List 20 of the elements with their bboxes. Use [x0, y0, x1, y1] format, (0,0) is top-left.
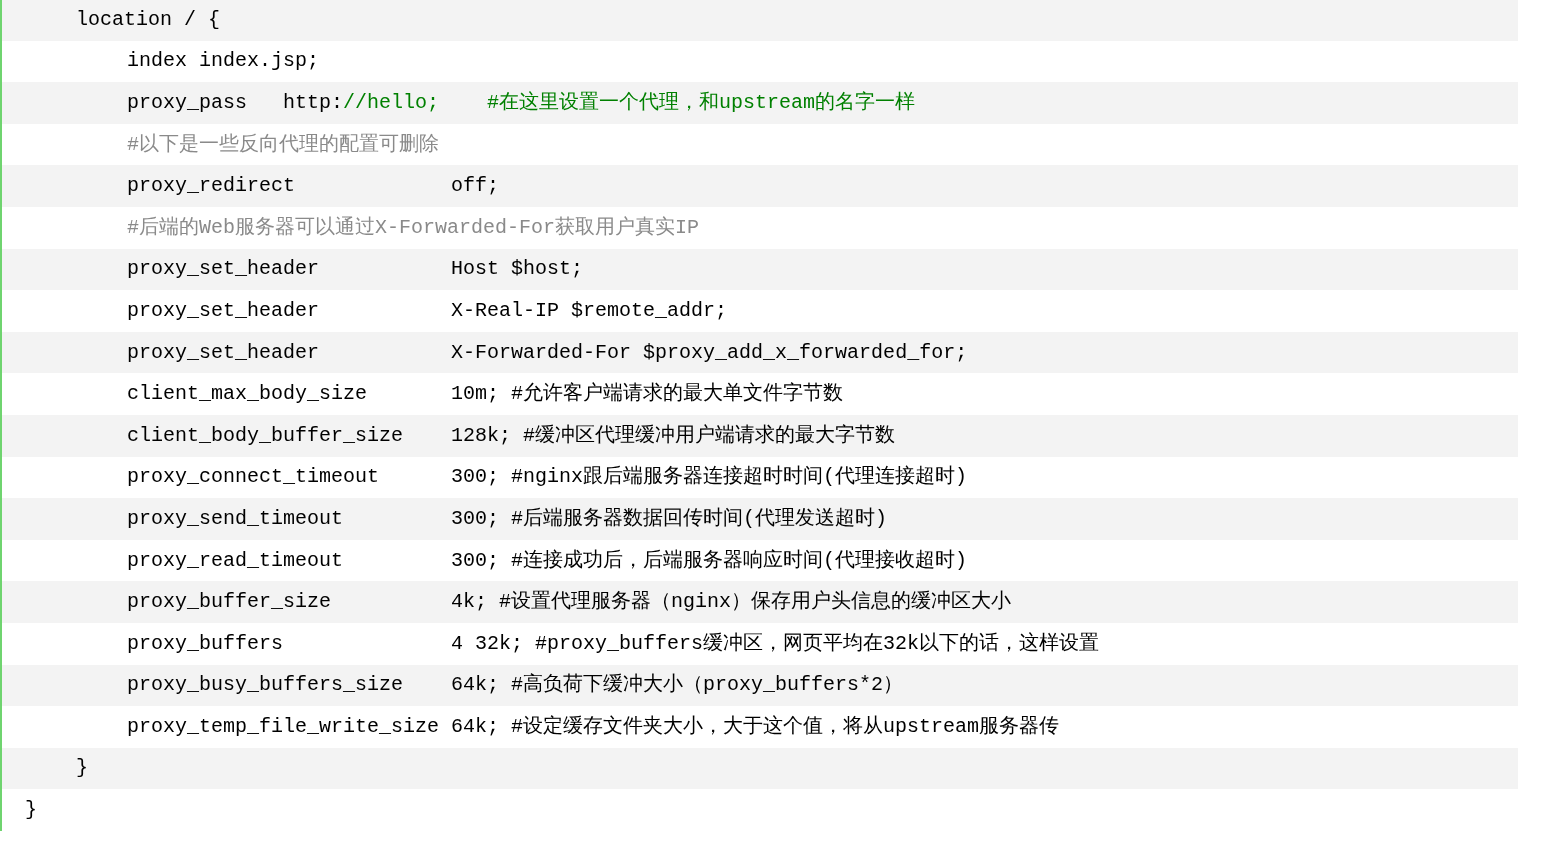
code-line: proxy_read_timeout 300; #连接成功后，后端服务器响应时间(代理接收超时): [127, 548, 968, 573]
code-line: proxy_send_timeout 300; #后端服务器数据回传时间(代理发送超时): [127, 506, 888, 531]
code-line: proxy_pass http://hello; #在这里设置一个代理，和upstream的名字一样: [127, 91, 916, 115]
code-line: proxy_busy_buffers_size 64k; #高负荷下缓冲大小（proxy_buffers*2）: [127, 673, 904, 698]
code-line: client_max_body_size 10m; #允许客户端请求的最大单文件字节数: [127, 382, 844, 407]
code-line: proxy_buffer_size 4k; #设置代理服务器（nginx）保存用户头信息的缓冲区大小: [127, 590, 1012, 615]
code-line: proxy_temp_file_write_size 64k; #设定缓存文件夹大小，大于这个值，将从upstream服务器传: [127, 714, 1060, 739]
code-line: proxy_set_header X-Forwarded-For $proxy_add_x_forwarded_for;: [127, 340, 968, 365]
code-comment: #以下是一些反向代理的配置可删除: [127, 132, 439, 157]
code-line: location / {: [76, 7, 221, 32]
code-line: proxy_connect_timeout 300; #nginx跟后端服务器连接超时时间(代理连接超时): [127, 465, 968, 490]
code-line: }: [76, 756, 88, 781]
code-line: client_body_buffer_size 128k; #缓冲区代理缓冲用户端请求的最大字节数: [127, 423, 896, 448]
code-line: proxy_set_header Host $host;: [127, 257, 584, 282]
code-comment: #后端的Web服务器可以通过X-Forwarded-For获取用户真实IP: [127, 215, 700, 240]
code-line: proxy_buffers 4 32k; #proxy_buffers缓冲区，网页平均在32k以下的话，这样设置: [127, 631, 1100, 656]
code-line: proxy_redirect off;: [127, 174, 500, 199]
code-line: proxy_set_header X-Real-IP $remote_addr;: [127, 298, 728, 323]
code-line: index index.jsp;: [127, 49, 320, 74]
code-line: }: [25, 798, 37, 823]
